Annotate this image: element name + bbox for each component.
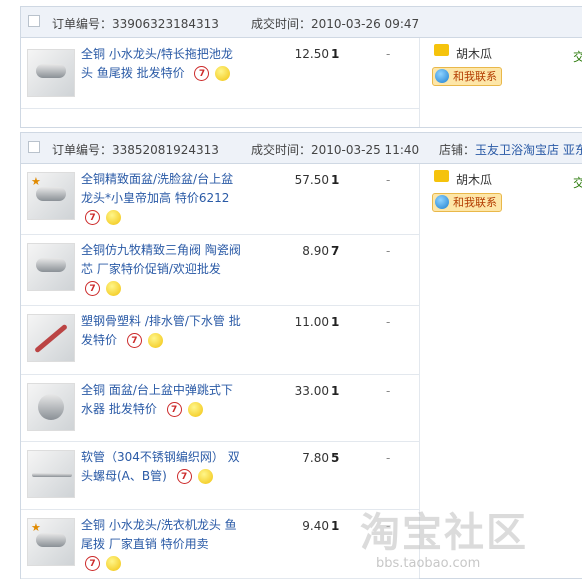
order-checkbox[interactable] bbox=[28, 15, 40, 27]
store-label: 店铺： bbox=[439, 143, 476, 157]
item-discount: - bbox=[386, 244, 391, 258]
item-price: 33.00 bbox=[294, 384, 329, 398]
item-discount: - bbox=[386, 315, 391, 329]
product-thumbnail[interactable]: ★ bbox=[27, 518, 75, 566]
seven-day-return-icon: 7 bbox=[85, 281, 100, 296]
wangwang-icon bbox=[435, 195, 449, 209]
order-header: 订单编号：33852081924313 成交时间：2010-03-25 11:4… bbox=[21, 133, 582, 164]
item-discount: - bbox=[386, 451, 391, 465]
seven-day-return-icon: 7 bbox=[85, 210, 100, 225]
contact-me-button[interactable]: 和我联系 bbox=[432, 193, 502, 212]
bulb-icon bbox=[106, 281, 121, 296]
product-thumbnail[interactable] bbox=[27, 49, 75, 97]
chat-icon[interactable] bbox=[434, 170, 449, 182]
bulb-icon bbox=[187, 402, 203, 417]
item-discount: - bbox=[386, 173, 391, 187]
wangwang-icon bbox=[435, 69, 449, 83]
order-checkbox[interactable] bbox=[28, 141, 40, 153]
product-title-link[interactable]: 软管（304不锈钢编织网） 双头螺母(A、B管) bbox=[81, 450, 240, 483]
order-item-row: 全铜仿九牧精致三角阀 陶瓷阀芯 厂家特价促销/欢迎批发 7 8.90 7 - bbox=[21, 235, 419, 306]
item-discount: - bbox=[386, 384, 391, 398]
bulb-icon bbox=[215, 66, 231, 81]
bulb-icon bbox=[197, 469, 213, 484]
order-number: 订单编号：33852081924313 bbox=[52, 143, 219, 157]
product-thumbnail[interactable] bbox=[27, 383, 75, 431]
item-price: 11.00 bbox=[294, 315, 329, 329]
product-title-link[interactable]: 全铜仿九牧精致三角阀 陶瓷阀芯 厂家特价促销/欢迎批发 bbox=[81, 243, 241, 276]
product-thumbnail[interactable] bbox=[27, 450, 75, 498]
product-title-link[interactable]: 全铜 小水龙头/洗衣机龙头 鱼尾拨 厂家直销 特价用卖 bbox=[81, 518, 237, 551]
seven-day-return-icon: 7 bbox=[126, 333, 142, 348]
item-quantity: 1 bbox=[331, 519, 340, 533]
seven-day-return-icon: 7 bbox=[85, 556, 100, 571]
order-card: 订单编号：33906323184313 成交时间：2010-03-26 09:4… bbox=[20, 6, 582, 128]
product-thumbnail[interactable]: ★ bbox=[27, 172, 75, 220]
order-time: 成交时间：2010-03-26 09:47 bbox=[251, 17, 420, 31]
order-item-row: 全铜 面盆/台上盆中弹跳式下水器 批发特价 7 33.00 1 - bbox=[21, 375, 419, 442]
item-quantity: 1 bbox=[331, 384, 340, 398]
product-title-link[interactable]: 全铜 面盆/台上盆中弹跳式下水器 批发特价 bbox=[81, 383, 233, 416]
item-price: 8.90 bbox=[302, 244, 329, 258]
contact-me-label: 和我联系 bbox=[453, 196, 497, 209]
order-item-row: 塑钢骨塑料 /排水管/下水管 批发特价 7 11.00 1 - bbox=[21, 306, 419, 375]
bulb-icon bbox=[106, 556, 121, 571]
contact-me-label: 和我联系 bbox=[453, 70, 497, 83]
trade-status[interactable]: 交 bbox=[573, 48, 582, 65]
product-thumbnail[interactable] bbox=[27, 243, 75, 291]
store-name-link[interactable]: 玉友卫浴淘宝店 亚东 bbox=[475, 143, 582, 157]
item-quantity: 1 bbox=[331, 315, 340, 329]
chat-icon[interactable] bbox=[434, 44, 449, 56]
bulb-icon bbox=[147, 333, 163, 348]
item-quantity: 5 bbox=[331, 451, 340, 465]
seven-day-return-icon: 7 bbox=[194, 66, 210, 81]
seller-name-link[interactable]: 胡木瓜 bbox=[456, 171, 492, 188]
seller-name-link[interactable]: 胡木瓜 bbox=[456, 45, 492, 62]
item-price: 9.40 bbox=[302, 519, 329, 533]
watermark-url: bbs.taobao.com bbox=[376, 556, 481, 571]
item-price: 57.50 bbox=[294, 173, 329, 187]
item-discount: - bbox=[386, 47, 391, 61]
seller-cell: 胡木瓜 和我联系 bbox=[419, 38, 520, 127]
order-number: 订单编号：33906323184313 bbox=[52, 17, 219, 31]
trade-status[interactable]: 交 bbox=[573, 174, 582, 191]
item-quantity: 1 bbox=[331, 173, 340, 187]
order-item-row: 全铜 小水龙头/特长拖把池龙头 鱼尾拨 批发特价 7 12.50 1 - bbox=[21, 38, 419, 109]
product-title-link[interactable]: 全铜精致面盆/洗脸盆/台上盆龙头*小皇帝加高 特价6212 bbox=[81, 172, 233, 205]
item-price: 7.80 bbox=[302, 451, 329, 465]
product-title-link[interactable]: 全铜 小水龙头/特长拖把池龙头 鱼尾拨 批发特价 bbox=[81, 47, 233, 80]
product-thumbnail[interactable] bbox=[27, 314, 75, 362]
watermark-logo: 淘宝社区 bbox=[360, 510, 528, 556]
contact-me-button[interactable]: 和我联系 bbox=[432, 67, 502, 86]
bulb-icon bbox=[106, 210, 121, 225]
order-header: 订单编号：33906323184313 成交时间：2010-03-26 09:4… bbox=[21, 7, 582, 38]
seven-day-return-icon: 7 bbox=[166, 402, 182, 417]
seven-day-return-icon: 7 bbox=[176, 469, 192, 484]
item-quantity: 7 bbox=[331, 244, 340, 258]
item-quantity: 1 bbox=[331, 47, 340, 61]
item-price: 12.50 bbox=[294, 47, 329, 61]
order-time: 成交时间：2010-03-25 11:40 bbox=[251, 143, 420, 157]
order-item-row: ★ 全铜精致面盆/洗脸盆/台上盆龙头*小皇帝加高 特价6212 7 57.50 … bbox=[21, 164, 419, 235]
